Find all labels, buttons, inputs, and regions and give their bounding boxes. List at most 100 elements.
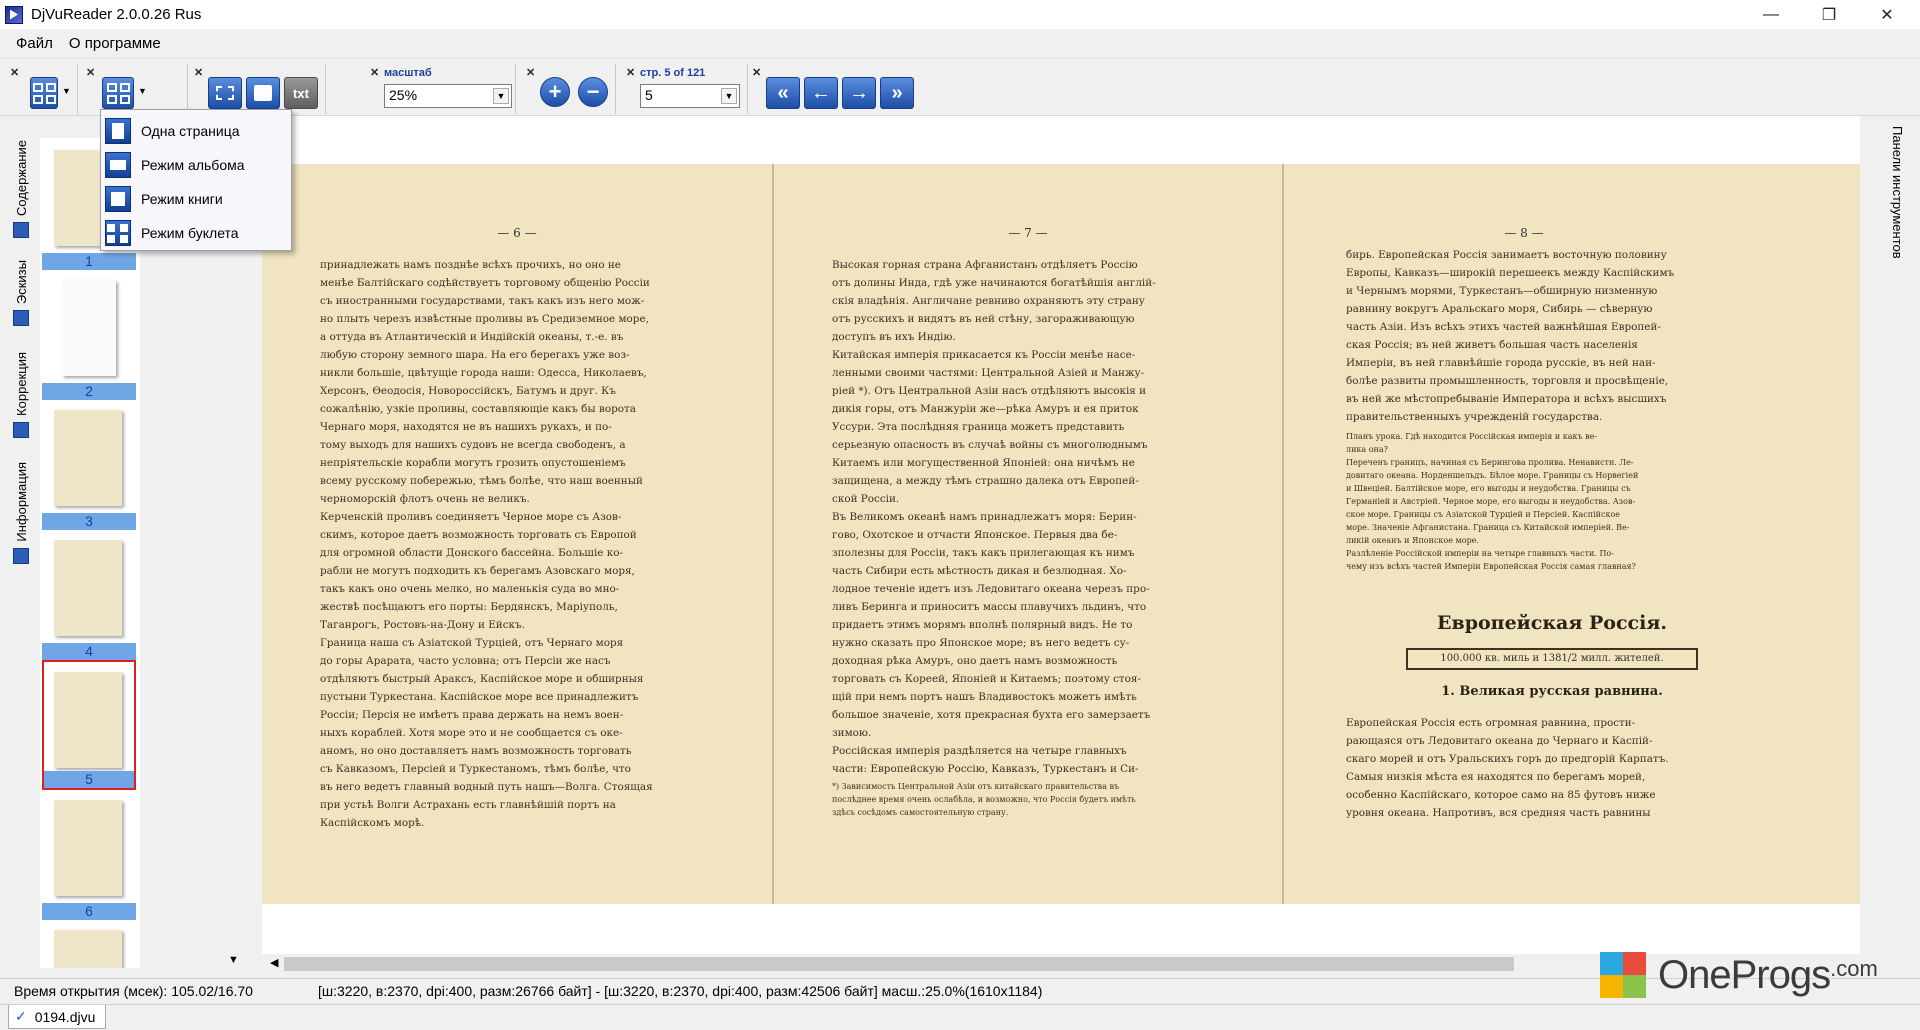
menu-file[interactable]: Файл [8,35,61,52]
watermark-suffix: .com [1830,956,1878,981]
thumbnails-icon [13,310,29,327]
copy-text-button[interactable]: txt [284,77,318,109]
side-panel-tabs: Содержание Эскизы Коррекция Информация [8,132,34,992]
menu-item-album-mode[interactable]: Режим альбома [105,150,289,180]
toolbar-panels-tab[interactable]: Панели инструментов [1880,116,1920,954]
close-group-icon[interactable]: ✕ [752,66,761,79]
thumbnail-page-4[interactable]: 4 [42,530,136,660]
thumbnail-number: 3 [42,513,136,530]
scroll-down-icon[interactable]: ▼ [228,954,239,966]
thumbnail-image [54,930,122,968]
thumbnail-number: 1 [42,253,136,270]
view-mode-menu: Одна страница Режим альбома Режим книги … [100,109,292,251]
next-page-button[interactable]: → [842,77,876,109]
menu-item-label: Режим альбома [141,157,245,173]
page-7: — 7 — Высокая горная страна Афганистанъ … [772,164,1282,904]
scroll-left-icon[interactable]: ◀ [270,956,278,969]
document-viewer[interactable]: — 6 — принадлежать намъ позднѣе всѣхъ пр… [262,116,1860,954]
chevron-down-icon[interactable]: ▼ [493,88,509,104]
page-text: Высокая горная страна Афганистанъ отдѣля… [832,259,1156,775]
fit-view-button[interactable] [30,77,58,109]
toolbar-group-navigation: ✕ ▼ [8,64,78,114]
close-group-icon[interactable]: ✕ [626,66,635,79]
oneprogs-watermark: OneProgs .com [1600,950,1878,1000]
close-group-icon[interactable]: ✕ [526,66,535,79]
dropdown-arrow-icon[interactable]: ▼ [62,86,71,96]
page-text-continued: Европейская Россія есть огромная равнина… [1346,717,1669,819]
wrench-icon [13,421,29,438]
thumbnail-page-5-selected[interactable]: 5 [42,660,136,790]
arrow-left-icon: ← [811,81,831,104]
toolbar-group-zoom-buttons: ✕ + − [524,64,616,114]
zoom-select[interactable]: 25% ▼ [384,84,512,108]
toolbar-group-page: ✕ стр. 5 of 121 5 ▼ [624,64,748,114]
thumbnail-page-7[interactable] [42,920,136,968]
thumbnail-number: 5 [44,771,134,788]
copy-image-button[interactable] [246,77,280,109]
thumbnail-number: 6 [42,903,136,920]
thumbnail-number: 2 [42,383,136,400]
prev-page-button[interactable]: ← [804,77,838,109]
zoom-out-button[interactable]: − [578,77,608,107]
oneprogs-logo-icon [1600,952,1646,998]
section-heading: Европейская Россія. [1437,612,1667,634]
toolbar-group-page-nav: ✕ « ← → » [750,64,920,114]
zoom-in-button[interactable]: + [540,77,570,107]
tab-contents[interactable]: Содержание [8,140,34,238]
arrow-right-icon: → [849,81,869,104]
minus-icon: − [586,79,600,104]
page-6: — 6 — принадлежать намъ позднѣе всѣхъ пр… [262,164,772,904]
page-number: — 6 — [497,226,537,240]
minimize-button[interactable]: — [1742,0,1800,29]
zoom-value: 25% [389,87,418,103]
plus-icon: + [548,79,562,104]
check-icon: ✓ [15,1008,27,1024]
menu-item-booklet-mode[interactable]: Режим буклета [105,218,289,248]
document-tab[interactable]: ✓ 0194.djvu [8,1005,106,1029]
menu-item-single-page[interactable]: Одна страница [105,116,289,146]
thumbnail-image [54,672,122,768]
tab-correction[interactable]: Коррекция [8,352,34,438]
close-group-icon[interactable]: ✕ [194,66,203,79]
page-footnote: *) Зависимость Центральной Азіи отъ кита… [832,782,1136,817]
tab-information[interactable]: Информация [8,462,34,564]
last-page-icon: » [891,81,903,104]
close-group-icon[interactable]: ✕ [370,66,379,79]
thumbnail-scrollbar[interactable]: ▼ [225,138,241,968]
tab-thumbnails[interactable]: Эскизы [8,260,34,327]
view-mode-button[interactable] [102,77,134,109]
select-area-button[interactable] [208,77,242,109]
page-select[interactable]: 5 ▼ [640,84,740,108]
thumbnail-image [54,410,122,506]
first-page-button[interactable]: « [766,77,800,109]
status-open-time: Время открытия (мсек): 105.02/16.70 [14,983,253,999]
close-group-icon[interactable]: ✕ [10,66,19,79]
tab-contents-label: Содержание [13,140,29,216]
album-mode-icon [105,152,131,178]
window-title: DjVuReader 2.0.0.26 Rus [31,6,202,23]
document-tab-label: 0194.djvu [34,1008,96,1025]
title-bar: DjVuReader 2.0.0.26 Rus — ❐ ✕ [0,0,1920,29]
book-mode-icon [105,186,131,212]
chevron-down-icon[interactable]: ▼ [721,88,737,104]
menu-about[interactable]: О программе [61,35,169,52]
view-mode-dropdown-arrow-icon[interactable]: ▼ [138,86,147,96]
thumbnail-image [54,540,122,636]
toolbar-group-zoom: ✕ масштаб 25% ▼ [368,64,516,114]
menu-item-book-mode[interactable]: Режим книги [105,184,289,214]
djvureader-app-icon [5,5,23,24]
page-value: 5 [645,87,653,103]
menu-item-label: Режим книги [141,191,223,207]
menu-bar: Файл О программе [0,29,1920,59]
thumbnail-page-3[interactable]: 3 [42,400,136,530]
close-group-icon[interactable]: ✕ [86,66,95,79]
lesson-plan: Планъ урока. Гдѣ находится Россійская им… [1346,432,1639,571]
thumbnail-page-2[interactable]: 2 [42,270,136,400]
last-page-button[interactable]: » [880,77,914,109]
restore-button[interactable]: ❐ [1800,0,1858,29]
scrollbar-thumb[interactable] [284,957,1514,971]
thumbnail-page-6[interactable]: 6 [42,790,136,920]
close-button[interactable]: ✕ [1858,0,1916,29]
first-page-icon: « [777,81,789,104]
toolbar: ✕ ▼ ✕ ▼ ✕ txt ✕ масштаб 25% ▼ ✕ + − ✕ ст… [0,60,1920,116]
